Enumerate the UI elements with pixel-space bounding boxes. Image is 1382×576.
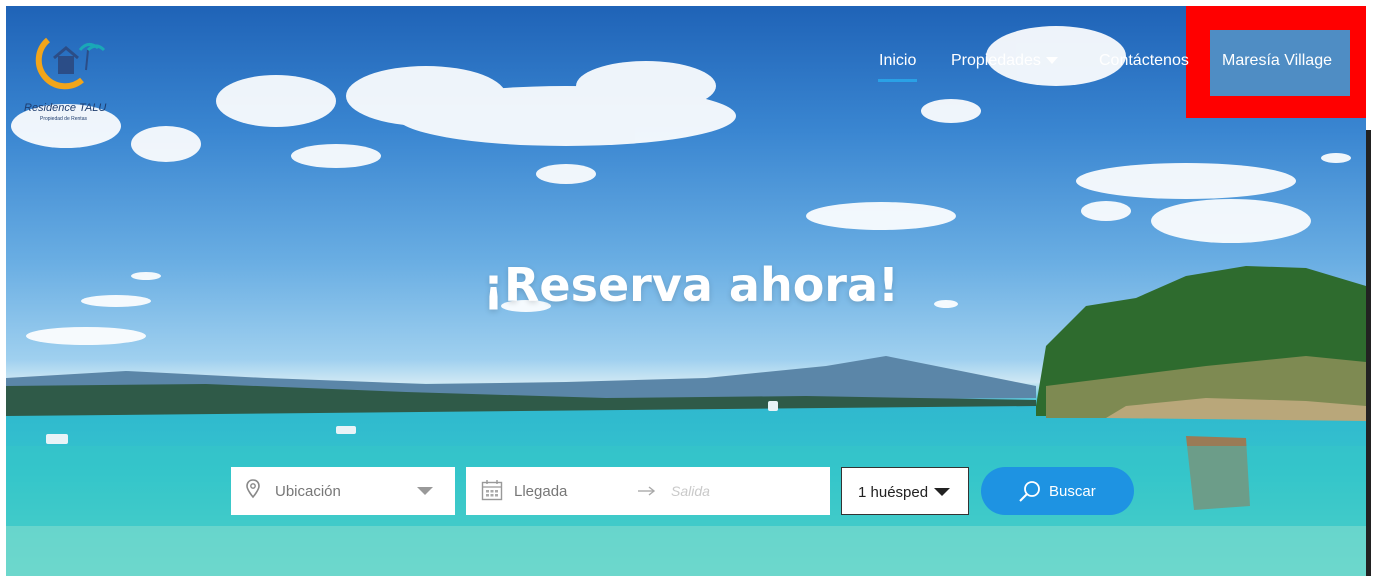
checkout-input[interactable]: Salida — [671, 483, 710, 499]
location-placeholder: Ubicación — [275, 483, 341, 500]
calendar-icon — [481, 480, 503, 501]
nav-item-label: Contáctenos — [1099, 52, 1189, 69]
location-select[interactable]: Ubicación — [231, 467, 455, 515]
scrollbar-track[interactable] — [1366, 130, 1371, 576]
nav-item-inicio[interactable]: Inicio — [879, 52, 916, 70]
guests-value: 1 huésped — [858, 484, 929, 501]
caret-down-icon — [1045, 57, 1058, 65]
caret-down-icon — [934, 488, 950, 496]
checkin-input[interactable]: Llegada — [514, 483, 567, 500]
nav-item-label: Inicio — [879, 52, 917, 69]
search-button-label: Buscar — [1049, 483, 1096, 500]
guests-select[interactable]: 1 huésped — [841, 467, 969, 515]
search-icon — [1019, 481, 1040, 502]
nav-item-label: Propiedades — [951, 52, 1041, 69]
nav-item-maresia-village[interactable]: Maresía Village — [1222, 52, 1332, 70]
map-pin-icon — [246, 479, 260, 499]
nav-item-contactenos[interactable]: Contáctenos — [1099, 52, 1189, 70]
date-range-picker[interactable]: Llegada Salida — [466, 467, 830, 515]
nav-item-label: Maresía Village — [1222, 52, 1332, 69]
brand-logo-text: Residence TALU — [24, 102, 107, 114]
brand-logo-subtext: Propiedad de Rentas — [40, 116, 87, 122]
brand-logo[interactable] — [20, 28, 110, 108]
hero-headline: ¡Reserva ahora! — [483, 258, 899, 312]
arrow-right-icon — [638, 486, 656, 496]
nav-active-underline — [878, 79, 917, 82]
nav-item-propiedades[interactable]: Propiedades — [951, 52, 1058, 70]
search-button[interactable]: Buscar — [981, 467, 1134, 515]
chevron-down-icon — [417, 487, 433, 495]
